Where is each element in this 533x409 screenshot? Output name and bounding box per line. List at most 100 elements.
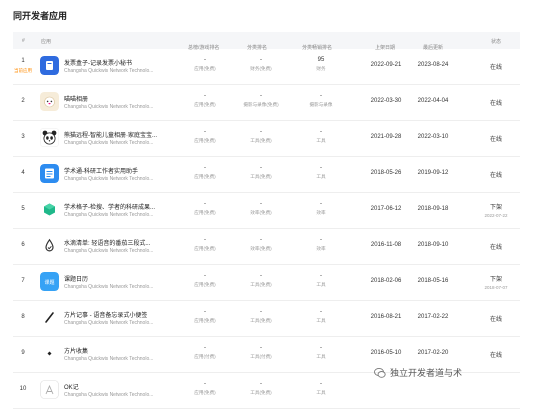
last-update-date: 2018-09-10 [417,242,449,248]
release-date: 2018-02-06 [370,278,402,284]
developer-name: Changsha Quickwis Network Technolo... [64,392,154,398]
table-row[interactable]: 1 当前应用 发票盒子-记录发票小秘书 Changsha Quickwis Netwo… [13,49,520,85]
developer-name: Changsha Quickwis Network Technolo... [64,356,154,362]
last-update-date: 2017-02-22 [417,314,449,320]
row-rank: 7 [21,278,25,284]
status-cell: 在线 [478,242,514,251]
status-cell: 下架 2022-07-22 [478,202,514,218]
cat-face-icon[interactable] [40,92,59,111]
app-name[interactable]: 方片记事 - 语音备忘录式小便签 [64,310,186,319]
app-name[interactable]: 课题日历 [64,274,186,283]
status-text: 下架 [489,277,502,283]
developer-name: Changsha Quickwis Network Technolo... [64,248,154,254]
developer-name: Changsha Quickwis Network Technolo... [64,284,154,290]
status-cell: 在线 [478,350,514,359]
col-index: # [22,38,25,44]
row-rank: 5 [21,206,25,212]
app-rank-cell: - 应用(付费) [194,345,216,359]
app-rank-cell: - 应用(免费) [194,273,216,287]
category-rank-cell: - 工具(免费) [250,165,272,179]
status-text: 在线 [489,317,502,323]
status-text: 在线 [489,137,502,143]
table-row[interactable]: 2 喵喵相册 Changsha Quickwis Network Technolo.… [13,85,520,121]
sales-rank-cell: - 工具 [316,165,326,179]
app-rank-cell: - 应用(免费) [194,57,216,71]
table-row[interactable]: 4 学术通-科研工作者实用助手 Changsha Quickwis Network … [13,157,520,193]
last-update-date: 2019-09-12 [417,170,449,176]
developer-name: Changsha Quickwis Network Technolo... [64,212,154,218]
sales-rank-cell: - 工具 [316,309,326,323]
app-rank-cell: - 应用(免费) [194,93,216,107]
current-app-tag: 当前应用 [14,68,32,73]
status-text: 在线 [489,245,502,251]
cube-icon[interactable] [40,200,59,219]
release-date: 2016-05-10 [370,350,402,356]
status-text: 在线 [489,353,502,359]
sales-rank-cell: - 工具 [316,129,326,143]
category-rank-cell: - 工具(免费) [250,129,272,143]
table-row[interactable]: 3 熊猫远程-智能儿童相册·家庭宝宝... Changsha Quickwis Ne… [13,121,520,157]
table-row[interactable]: 5 学术格子-检搜、学者的科研成果... Changsha Quickwis Net… [13,193,520,229]
svg-text:课题: 课题 [44,279,54,286]
release-date: 2016-08-21 [370,314,402,320]
table-row[interactable]: 6 水滴清单: 轻语音的番茄三段式... Changsha Quickwis Net… [13,229,520,265]
app-name[interactable]: 方片收集 [64,346,186,355]
status-text: 在线 [489,101,502,107]
developer-name: Changsha Quickwis Network Technolo... [64,140,154,146]
status-cell: 下架 2018-07-07 [478,274,514,290]
status-text: 下架 [489,205,502,211]
sales-rank-cell: - 效率 [316,201,326,215]
category-rank-cell: - 工具(付费) [250,345,272,359]
status-cell: 在线 [478,314,514,323]
col-app: 应用 [41,39,52,45]
row-rank: 8 [21,314,25,320]
app-name[interactable]: OK记 [64,382,186,391]
app-rank-cell: - 应用(免费) [194,165,216,179]
app-name[interactable]: 发票盒子-记录发票小秘书 [64,58,186,67]
droplet-icon[interactable] [40,236,59,255]
status-date: 2018-07-07 [484,285,508,290]
category-rank-cell: - 工具(免费) [250,273,272,287]
app-name[interactable]: 水滴清单: 轻语音的番茄三段式... [64,238,186,247]
sales-rank-cell: - 工具 [316,381,326,395]
diamond-icon[interactable] [40,344,59,363]
status-text: 在线 [489,173,502,179]
pen-icon[interactable] [40,308,59,327]
app-name[interactable]: 喵喵相册 [64,94,186,103]
sales-rank-cell: - 工具 [316,345,326,359]
watermark: 独立开发者道与术 [374,366,462,379]
table-row[interactable]: 8 方片记事 - 语音备忘录式小便签 Changsha Quickwis Netwo… [13,301,520,337]
release-date: 2021-09-28 [370,134,402,140]
sales-rank-cell: 95 财务 [316,57,326,71]
category-rank-cell: - 财务(免费) [250,57,272,71]
last-update-date: 2017-02-20 [417,350,449,356]
last-update-date: 2018-09-18 [417,206,449,212]
table-row[interactable]: 7 课题 课题日历 Changsha Quickwis Network Technol… [13,265,520,301]
release-date: 2018-05-26 [370,170,402,176]
row-rank: 9 [21,350,25,356]
calendar-icon[interactable]: 课题 [40,272,59,291]
col-status: 状态 [491,39,502,45]
status-cell: 在线 [478,98,514,107]
table-header: # 应用 总榜/游戏排名 ⇕ 分类排名 ⇕ 分类畅销排名 ⇕ 上架日期 ⇕ 最后更新 ⇕ … [13,32,520,51]
developer-name: Changsha Quickwis Network Technolo... [64,176,154,182]
status-cell: 在线 [478,170,514,179]
book-icon[interactable] [40,164,59,183]
row-rank: 3 [21,134,25,140]
app-name[interactable]: 学术格子-检搜、学者的科研成果... [64,202,186,211]
row-rank: 10 [19,386,27,392]
row-rank: 1 [21,58,25,64]
app-name[interactable]: 熊猫远程-智能儿童相册·家庭宝宝... [64,130,186,139]
invoice-icon[interactable] [40,56,59,75]
sales-rank-cell: - 摄影与录像 [309,93,333,107]
status-cell: 在线 [478,134,514,143]
app-store-icon[interactable] [40,380,59,399]
developer-name: Changsha Quickwis Network Technolo... [64,104,154,110]
app-name[interactable]: 学术通-科研工作者实用助手 [64,166,186,175]
release-date: 2016-11-08 [370,242,402,248]
app-table-body: 1 当前应用 发票盒子-记录发票小秘书 Changsha Quickwis Netwo… [13,49,520,409]
row-rank: 2 [21,98,25,104]
release-date: 2022-09-21 [370,62,402,68]
panda-icon[interactable] [40,128,59,147]
app-rank-cell: - 应用(免费) [194,129,216,143]
